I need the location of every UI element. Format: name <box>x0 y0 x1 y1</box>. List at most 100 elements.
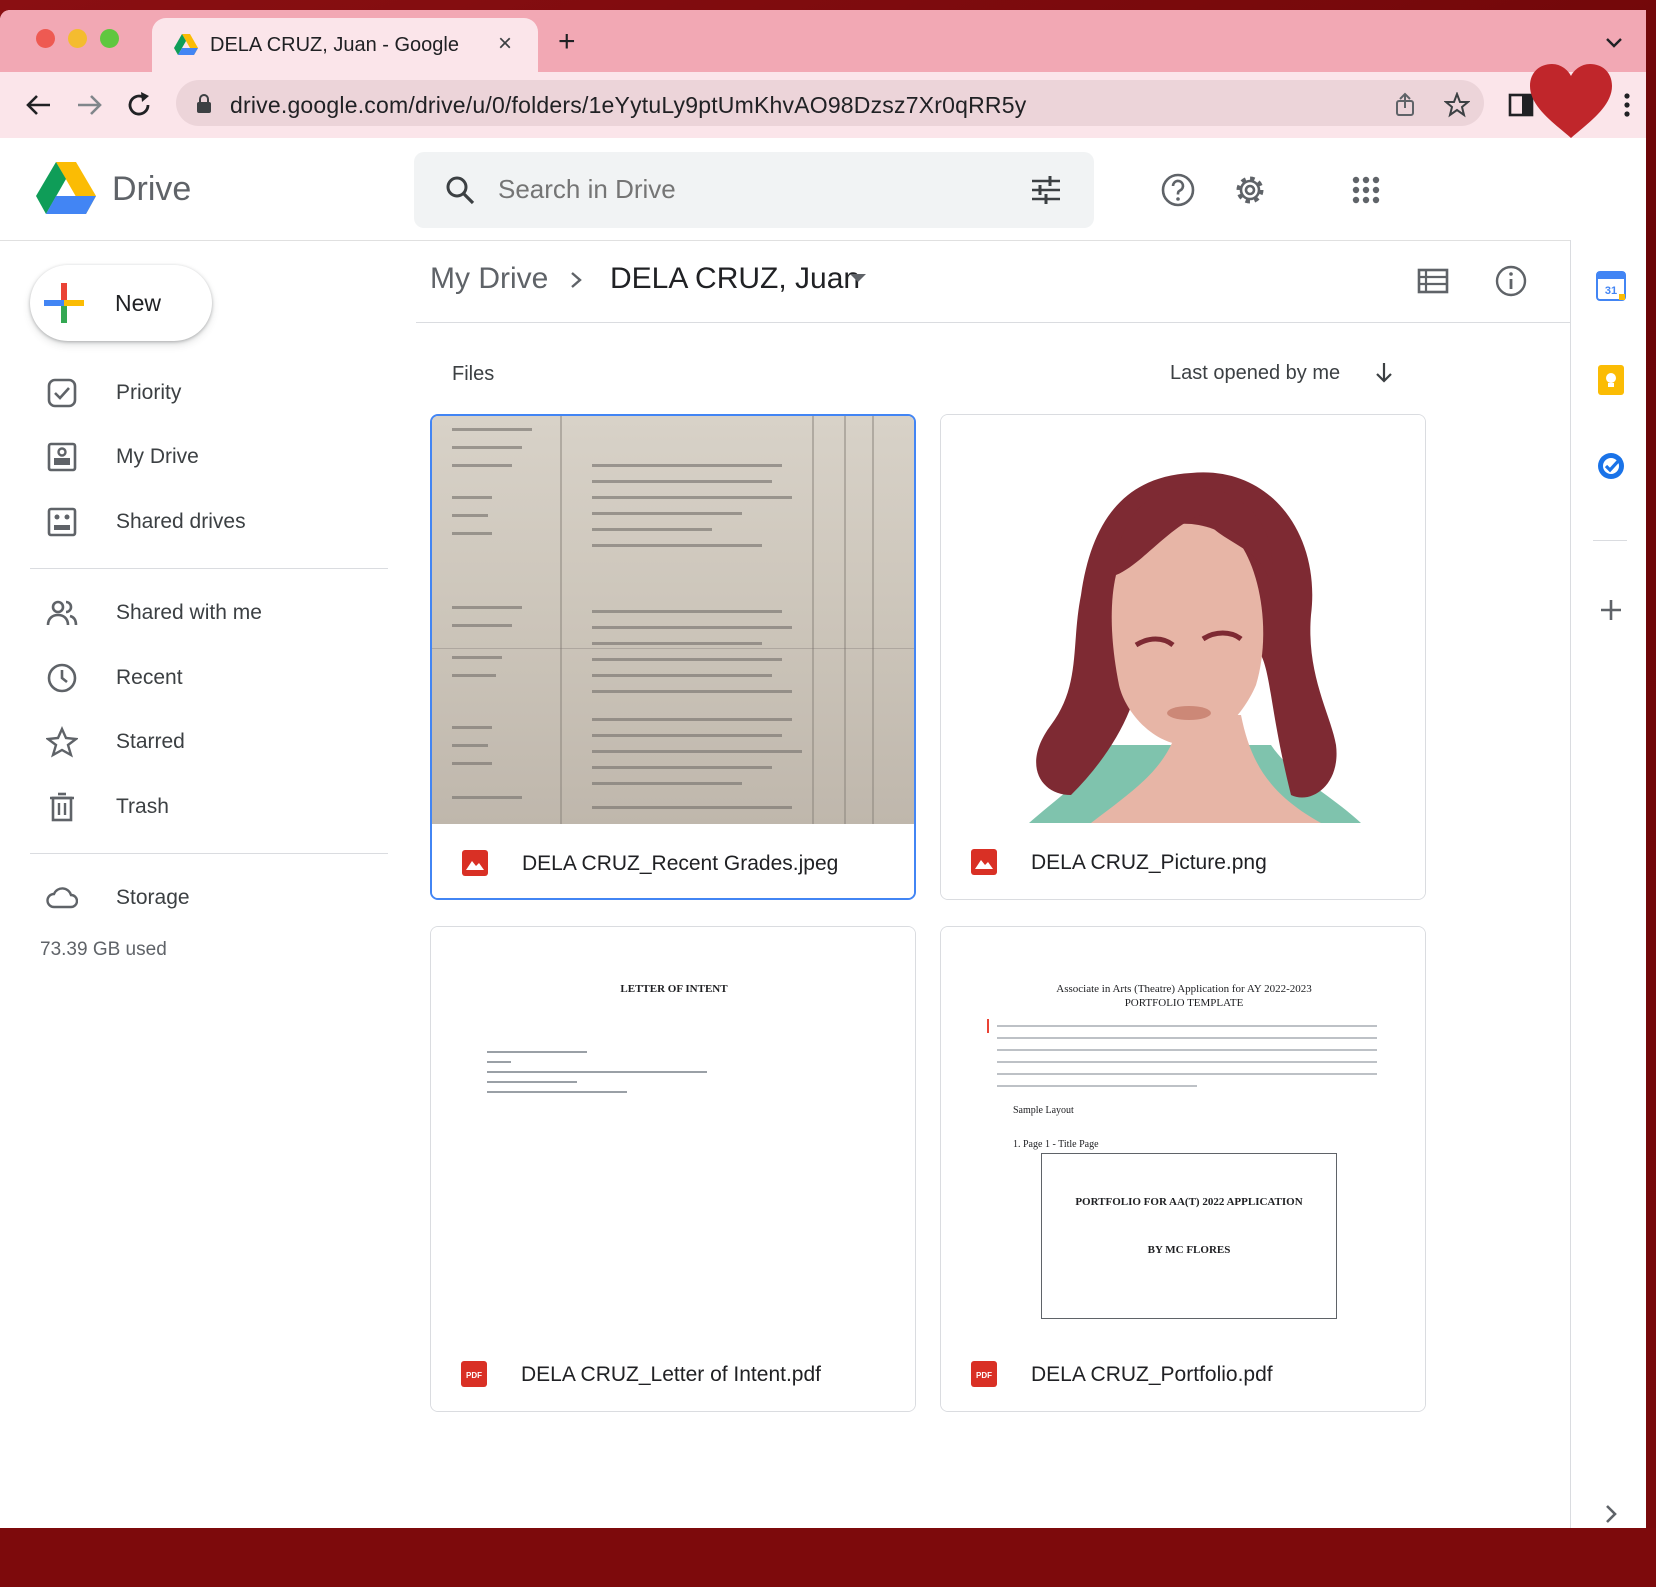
shared-with-me-icon <box>46 600 78 626</box>
sidebar-item-priority[interactable]: Priority <box>30 365 388 421</box>
help-icon[interactable] <box>1160 172 1196 208</box>
file-name: DELA CRUZ_Picture.png <box>1031 851 1267 874</box>
sidebar-item-my-drive[interactable]: My Drive <box>30 429 388 485</box>
file-thumbnail <box>432 416 914 824</box>
new-tab-button[interactable]: + <box>558 27 576 57</box>
files-section-label: Files <box>452 363 495 385</box>
file-card[interactable]: DELA CRUZ_Picture.png <box>940 414 1426 900</box>
clock-icon <box>47 663 77 693</box>
sidebar-item-label: Storage <box>116 886 190 909</box>
browser-tab[interactable]: DELA CRUZ, Juan - Google Drive × <box>152 18 538 72</box>
reload-icon[interactable] <box>124 90 154 120</box>
portrait-illustration <box>1029 472 1361 823</box>
search-icon[interactable] <box>444 174 476 206</box>
portfolio-box-by: BY MC FLORES <box>1147 1244 1231 1256</box>
sidebar-item-trash[interactable]: Trash <box>30 779 388 835</box>
file-card[interactable]: LETTER OF INTENT PDF DELA CRUZ_Letter of… <box>430 926 916 1412</box>
close-window-button[interactable] <box>36 29 55 48</box>
portfolio-heading-1: Associate in Arts (Theatre) Application … <box>1056 983 1312 995</box>
sidebar-item-label: Shared drives <box>116 510 246 533</box>
sidebar-item-label: My Drive <box>116 445 199 468</box>
lock-icon[interactable] <box>196 94 212 114</box>
drive-header: Drive <box>0 138 1646 241</box>
calendar-icon[interactable]: 31 <box>1595 270 1627 302</box>
breadcrumb: My Drive DELA CRUZ, Juan <box>416 240 1570 323</box>
svg-text:PDF: PDF <box>466 1371 482 1380</box>
add-addon-plus-icon[interactable] <box>1595 594 1627 626</box>
breadcrumb-current-folder[interactable]: DELA CRUZ, Juan <box>610 262 860 296</box>
new-button-label: New <box>115 290 162 316</box>
my-drive-icon <box>47 442 77 472</box>
google-drive-logo-icon[interactable] <box>36 162 96 214</box>
portfolio-sample-layout: Sample Layout <box>1013 1105 1074 1116</box>
sidebar-item-shared-drives[interactable]: Shared drives <box>30 494 388 550</box>
url-text[interactable]: drive.google.com/drive/u/0/folders/1eYyt… <box>230 92 1026 119</box>
tab-strip: DELA CRUZ, Juan - Google Drive × + <box>0 10 1646 72</box>
heart-icon <box>1530 64 1612 138</box>
trash-icon <box>50 792 74 822</box>
file-name: DELA CRUZ_Recent Grades.jpeg <box>522 852 839 875</box>
sidebar-item-starred[interactable]: Starred <box>30 714 388 770</box>
folder-dropdown-icon[interactable] <box>850 274 866 282</box>
search-input[interactable] <box>498 174 958 205</box>
sidebar-item-label: Trash <box>116 795 169 818</box>
file-card[interactable]: DELA CRUZ_Recent Grades.jpeg <box>430 414 916 900</box>
image-file-icon <box>971 849 997 875</box>
list-view-icon[interactable] <box>1416 264 1450 298</box>
star-icon <box>46 726 78 758</box>
file-card[interactable]: Associate in Arts (Theatre) Application … <box>940 926 1426 1412</box>
breadcrumb-my-drive[interactable]: My Drive <box>430 262 548 296</box>
browser-window: DELA CRUZ, Juan - Google Drive × + drive… <box>0 10 1646 1528</box>
portfolio-title-box: PORTFOLIO FOR AA(T) 2022 APPLICATION BY … <box>1041 1153 1337 1319</box>
sidebar-divider <box>30 568 388 569</box>
tab-search-chevron-icon[interactable] <box>1604 32 1624 52</box>
back-arrow-icon[interactable] <box>24 90 54 120</box>
pdf-file-icon: PDF <box>461 1361 487 1387</box>
portfolio-heading-2: PORTFOLIO TEMPLATE <box>1124 997 1244 1009</box>
plus-icon <box>44 283 84 323</box>
portfolio-box-title: PORTFOLIO FOR AA(T) 2022 APPLICATION <box>1075 1196 1303 1208</box>
file-thumbnail <box>941 415 1425 823</box>
forward-arrow-icon[interactable] <box>74 90 104 120</box>
tasks-icon[interactable] <box>1595 450 1627 482</box>
cloud-icon <box>46 887 78 909</box>
expand-panel-chevron-icon[interactable] <box>1595 1498 1627 1528</box>
sidebar-item-label: Priority <box>116 381 182 404</box>
zoom-window-button[interactable] <box>100 29 119 48</box>
file-name: DELA CRUZ_Portfolio.pdf <box>1031 1363 1273 1386</box>
browser-menu-icon[interactable] <box>1614 92 1640 118</box>
sidebar-item-shared-with-me[interactable]: Shared with me <box>30 585 388 641</box>
sidebar-item-recent[interactable]: Recent <box>30 650 388 706</box>
priority-icon <box>47 378 77 408</box>
file-card-footer: PDF DELA CRUZ_Letter of Intent.pdf <box>431 1335 915 1411</box>
sidebar-item-label: Recent <box>116 666 183 689</box>
close-tab-icon[interactable]: × <box>498 30 512 58</box>
letter-heading: LETTER OF INTENT <box>620 983 728 995</box>
file-thumbnail: Associate in Arts (Theatre) Application … <box>941 927 1425 1335</box>
sort-option-button[interactable]: Last opened by me <box>1170 362 1340 385</box>
sort-direction-arrow-icon[interactable] <box>1372 360 1396 384</box>
app-name[interactable]: Drive <box>112 170 191 209</box>
browser-toolbar: drive.google.com/drive/u/0/folders/1eYyt… <box>0 72 1646 138</box>
google-apps-icon[interactable] <box>1348 172 1384 208</box>
side-panel-divider <box>1593 540 1627 541</box>
keep-icon[interactable] <box>1595 364 1627 396</box>
info-icon[interactable] <box>1494 264 1528 298</box>
share-icon[interactable] <box>1392 92 1418 118</box>
shared-drives-icon <box>47 507 77 537</box>
sidebar-item-label: Starred <box>116 730 185 753</box>
new-button[interactable]: New <box>30 265 212 341</box>
minimize-window-button[interactable] <box>68 29 87 48</box>
image-file-icon <box>462 850 488 876</box>
svg-text:PDF: PDF <box>976 1371 992 1380</box>
settings-gear-icon[interactable] <box>1232 172 1268 208</box>
side-apps-panel: 31 <box>1570 240 1646 1528</box>
file-name: DELA CRUZ_Letter of Intent.pdf <box>521 1363 821 1386</box>
bookmark-star-icon[interactable] <box>1444 92 1470 118</box>
pdf-file-icon: PDF <box>971 1361 997 1387</box>
file-card-footer: DELA CRUZ_Picture.png <box>941 823 1425 899</box>
sidebar-item-storage[interactable]: Storage <box>30 870 388 926</box>
search-bar[interactable] <box>414 152 1094 228</box>
search-options-icon[interactable] <box>1030 174 1062 206</box>
tab-title: DELA CRUZ, Juan - Google Drive <box>210 34 460 56</box>
